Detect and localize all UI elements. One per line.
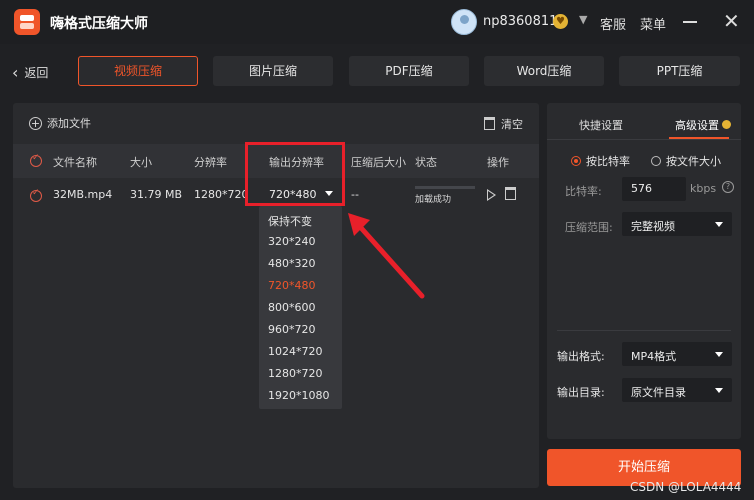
tab-advanced-label: 高级设置	[675, 119, 719, 132]
progress-bar	[415, 186, 475, 189]
username[interactable]: np8360811	[483, 14, 557, 29]
close-icon[interactable]: ✕	[723, 9, 740, 33]
dropdown-option[interactable]: 1280*720	[268, 367, 323, 380]
dropdown-option[interactable]: 800*600	[268, 301, 316, 314]
red-arrow-icon	[348, 213, 425, 299]
title-bar: 嗨格式压缩大师 np8360811 ♥ ▼ 客服 菜单 ✕	[0, 0, 754, 44]
settings-panel: 快捷设置 高级设置 按比特率 按文件大小 比特率: 576 kbps ? 压缩范…	[547, 103, 741, 439]
cell-resolution: 1280*720	[194, 188, 249, 201]
radio-by-file-size[interactable]: 按文件大小	[651, 153, 721, 169]
caret-down-icon	[715, 222, 723, 227]
dropdown-option[interactable]: 960*720	[268, 323, 316, 336]
bitrate-input[interactable]: 576	[622, 177, 686, 201]
format-label: 输出格式:	[557, 350, 605, 363]
add-file-label: 添加文件	[47, 117, 91, 130]
dropdown-option[interactable]: 1024*720	[268, 345, 323, 358]
app-logo-icon	[14, 9, 40, 35]
column-header-status: 状态	[415, 156, 437, 169]
add-file-button[interactable]: + 添加文件	[29, 115, 91, 131]
tab-word-compress[interactable]: Word压缩	[484, 56, 604, 86]
radio-label: 按比特率	[586, 155, 630, 168]
radio-label: 按文件大小	[666, 155, 721, 168]
clear-label: 清空	[501, 118, 523, 131]
plus-circle-icon: +	[29, 117, 42, 130]
help-icon[interactable]: ?	[722, 181, 734, 193]
cell-filename: 32MB.mp4	[53, 188, 113, 201]
chevron-down-icon[interactable]: ▼	[579, 13, 587, 26]
red-highlight-box	[245, 142, 345, 206]
tab-video-compress[interactable]: 视频压缩	[78, 56, 198, 86]
radio-unchecked-icon	[651, 156, 661, 166]
caret-down-icon	[715, 352, 723, 357]
menu-link[interactable]: 菜单	[640, 14, 666, 33]
vip-dot-icon	[722, 120, 731, 129]
radio-by-bitrate[interactable]: 按比特率	[571, 153, 630, 169]
divider	[557, 330, 731, 331]
radio-checked-icon	[571, 156, 581, 166]
tab-advanced-settings[interactable]: 高级设置	[675, 117, 731, 133]
delete-row-icon[interactable]	[505, 187, 516, 200]
column-header-compressed-size: 压缩后大小	[351, 156, 406, 169]
format-select[interactable]: MP4格式	[622, 342, 732, 366]
minimize-icon[interactable]	[680, 11, 700, 31]
format-value: MP4格式	[631, 350, 677, 363]
dropdown-option[interactable]: 1920*1080	[268, 389, 330, 402]
avatar[interactable]	[451, 9, 477, 35]
dropdown-option[interactable]: 保持不变	[268, 213, 312, 229]
output-dir-select[interactable]: 原文件目录	[622, 378, 732, 402]
bitrate-label: 比特率:	[565, 185, 602, 198]
range-label: 压缩范围:	[565, 221, 613, 234]
column-header-filename: 文件名称	[53, 156, 97, 169]
column-header-size: 大小	[130, 156, 152, 169]
customer-service-link[interactable]: 客服	[600, 14, 626, 33]
resolution-dropdown: 保持不变 320*240 480*320 720*480 800*600 960…	[259, 206, 342, 409]
back-label: 返回	[24, 66, 49, 80]
divider	[547, 139, 741, 140]
tab-quick-settings[interactable]: 快捷设置	[579, 117, 623, 133]
range-value: 完整视频	[631, 220, 675, 233]
cell-status: 加载成功	[415, 195, 452, 205]
app-title: 嗨格式压缩大师	[50, 16, 148, 32]
select-all-checkbox[interactable]	[30, 153, 42, 167]
column-header-actions: 操作	[487, 156, 509, 169]
clear-button[interactable]: 清空	[484, 115, 523, 132]
row-checkbox[interactable]	[30, 188, 42, 202]
cell-size: 31.79 MB	[130, 188, 183, 201]
watermark: CSDN @LOLA4444	[630, 480, 742, 494]
tab-image-compress[interactable]: 图片压缩	[213, 56, 333, 86]
vip-badge-icon: ♥	[553, 14, 568, 29]
dropdown-option-selected[interactable]: 720*480	[268, 279, 316, 292]
output-dir-value: 原文件目录	[631, 386, 686, 399]
chevron-left-icon: ‹	[12, 63, 19, 82]
play-icon[interactable]	[487, 189, 496, 201]
range-select[interactable]: 完整视频	[622, 212, 732, 236]
bitrate-unit: kbps	[690, 182, 717, 195]
cell-compressed-size: --	[351, 188, 359, 201]
dropdown-option[interactable]: 320*240	[268, 235, 316, 248]
tab-pdf-compress[interactable]: PDF压缩	[349, 56, 469, 86]
output-dir-label: 输出目录:	[557, 386, 605, 399]
back-button[interactable]: ‹ 返回	[12, 62, 49, 82]
dropdown-option[interactable]: 480*320	[268, 257, 316, 270]
trash-icon	[484, 117, 495, 130]
tab-ppt-compress[interactable]: PPT压缩	[619, 56, 740, 86]
caret-down-icon	[715, 388, 723, 393]
column-header-resolution: 分辨率	[194, 156, 227, 169]
